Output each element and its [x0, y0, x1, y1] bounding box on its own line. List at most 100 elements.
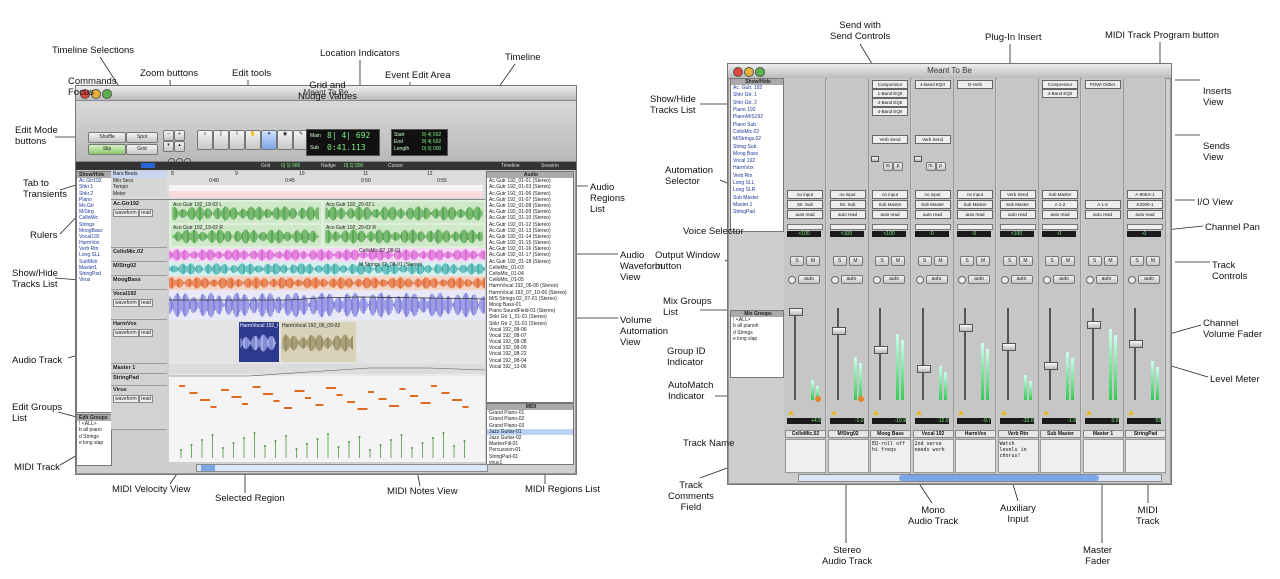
send-level-fader[interactable] [913, 156, 922, 162]
pan-slider[interactable] [957, 224, 993, 230]
channel-volume-fader[interactable] [1001, 343, 1016, 351]
plugin-insert[interactable]: 4-Band EQII [1042, 89, 1078, 98]
channel-track-name[interactable]: CelloMic.02 [785, 430, 826, 438]
mix-group-item[interactable]: e long slap [731, 336, 783, 342]
midi-velocity-handle[interactable] [390, 439, 392, 441]
track-header[interactable]: StringPad [111, 374, 167, 386]
midi-note[interactable] [315, 404, 324, 406]
mute-button[interactable]: M [1018, 256, 1033, 266]
output-window-icon[interactable] [958, 276, 966, 284]
send-mute-button[interactable]: m [883, 162, 893, 171]
event-edit-area[interactable]: Start 8| 4| 692 End 8| 4| 692 Length 0| … [391, 129, 448, 156]
main-counter[interactable]: Main 8| 4| 692 Sub 0:41.113 [306, 129, 380, 156]
channel-track-name[interactable]: HarmVox [955, 430, 996, 438]
horizontal-scrollbar[interactable] [196, 464, 488, 472]
start-value[interactable]: 8| 4| 692 [422, 132, 441, 138]
mute-button[interactable]: M [933, 256, 948, 266]
track-comments-field[interactable] [1082, 439, 1124, 473]
pan-slider[interactable] [1127, 224, 1163, 230]
channel-track-name[interactable]: Sub Master [1040, 430, 1081, 438]
plugin-insert[interactable]: Compressor [1042, 80, 1078, 89]
midi-velocity-handle[interactable] [180, 449, 182, 451]
meter-ruler[interactable] [169, 191, 483, 197]
channel-volume-fader[interactable] [831, 327, 846, 335]
zoom-presets[interactable] [168, 152, 200, 165]
midi-velocity-handle[interactable] [253, 432, 256, 434]
smart-tool[interactable]: ✦ [261, 130, 277, 150]
end-value[interactable]: 8| 4| 692 [422, 139, 441, 145]
midi-note[interactable] [389, 405, 399, 407]
midi-velocity-handle[interactable] [379, 444, 382, 446]
spot-button[interactable]: Spot [126, 132, 158, 143]
track-comments-field[interactable] [785, 439, 826, 473]
automation-mode-selector[interactable]: read [139, 395, 154, 403]
audio-region-item[interactable]: HarmVocal 192_07_10-06 (Stereo) [487, 290, 573, 296]
input-selector[interactable]: no input [914, 190, 951, 199]
output-selector[interactable]: Str. Sub [829, 200, 866, 209]
channel-track-name[interactable]: M/Strg02 [827, 430, 869, 438]
channel-track-name[interactable]: Moog Bass [870, 430, 911, 438]
midi-note[interactable] [263, 393, 273, 395]
track-header[interactable]: HarmVox waveform read [111, 320, 167, 364]
output-window-icon[interactable] [830, 276, 839, 284]
output-window-icon[interactable] [873, 276, 881, 284]
voice-auto-button[interactable]: auto [1138, 275, 1160, 284]
output-selector[interactable]: A 1-2 [1084, 200, 1121, 209]
automation-mode-selector[interactable]: read [139, 209, 154, 217]
midi-note[interactable] [273, 400, 280, 402]
midi-velocity-handle[interactable] [295, 448, 298, 450]
midi-note[interactable] [294, 390, 305, 392]
midi-note[interactable] [378, 398, 387, 400]
automation-selector[interactable]: auto read [829, 210, 866, 219]
channel-track-name[interactable]: Master 1 [1082, 430, 1124, 438]
automation-selector[interactable]: auto read [914, 210, 951, 219]
output-selector[interactable]: K2000-1 [1127, 200, 1163, 209]
output-selector[interactable]: Sub Master [957, 200, 993, 209]
edit-group-item[interactable]: e long slap [77, 440, 111, 446]
midi-note[interactable] [357, 408, 368, 410]
track-header[interactable]: Ac.Gtr192 waveform read [111, 200, 167, 248]
midi-velocity-handle[interactable] [232, 442, 235, 444]
output-window-icon[interactable] [1043, 276, 1051, 284]
minimize-icon[interactable] [744, 67, 754, 77]
mix-scrollbar-thumb[interactable] [899, 475, 1099, 481]
track-comments-field[interactable] [1040, 439, 1081, 473]
automation-selector[interactable]: auto read [872, 210, 908, 219]
mix-tracks-list-item[interactable]: HarmVox [731, 165, 783, 172]
selector-tool[interactable]: I [229, 130, 245, 150]
midi-note[interactable] [200, 399, 210, 401]
midi-note[interactable] [399, 388, 406, 390]
voice-auto-button[interactable]: auto [1053, 275, 1075, 284]
midi-velocity-handle[interactable] [222, 447, 224, 449]
send-mute-button[interactable]: m [925, 162, 936, 171]
channel-track-name[interactable]: Verb Rtn [997, 430, 1039, 438]
midi-velocity-handle[interactable] [358, 436, 361, 438]
solo-button[interactable]: S [917, 256, 932, 266]
output-selector[interactable]: Str. Sub [787, 200, 823, 209]
mute-button[interactable]: M [806, 256, 820, 266]
plugin-insert[interactable]: 1-Band EQII [872, 89, 908, 98]
pan-slider[interactable] [829, 224, 866, 230]
track-name[interactable]: Vocal192 [113, 291, 136, 297]
track-comments-field[interactable]: EQ-roll off hi freqs [870, 439, 911, 473]
midi-velocity-handle[interactable] [369, 449, 371, 451]
midi-velocity-handle[interactable] [453, 445, 455, 447]
midi-velocity-handle[interactable] [348, 441, 350, 443]
track-header[interactable]: Master 1 [111, 364, 167, 374]
pan-slider[interactable] [999, 224, 1036, 230]
plugin-insert[interactable]: 4-Band EQII [914, 80, 951, 89]
mix-tracks-list-item[interactable]: Piano Sub [731, 122, 783, 129]
track-header[interactable]: MoogBass [111, 276, 167, 290]
mute-button[interactable]: M [976, 256, 990, 266]
grid-value[interactable]: 0| 1| 000 [281, 163, 300, 169]
mix-tracks-list-item[interactable]: Long SLR [731, 187, 783, 194]
zoom-vertical-out-button[interactable]: ▾ [163, 141, 174, 152]
mute-button[interactable]: M [1146, 256, 1160, 266]
channel-track-name[interactable]: StringPad [1125, 430, 1166, 438]
nudge-value[interactable]: 0| 1| 000 [344, 163, 363, 169]
track-name[interactable]: M/Strg02 [113, 263, 136, 269]
automation-selector[interactable]: auto read [1042, 210, 1078, 219]
channel-volume-fader[interactable] [959, 324, 973, 332]
track-view-selector[interactable]: waveform [113, 395, 139, 403]
mix-tracks-list-item[interactable]: Shkr Gtr. 1 [731, 92, 783, 99]
